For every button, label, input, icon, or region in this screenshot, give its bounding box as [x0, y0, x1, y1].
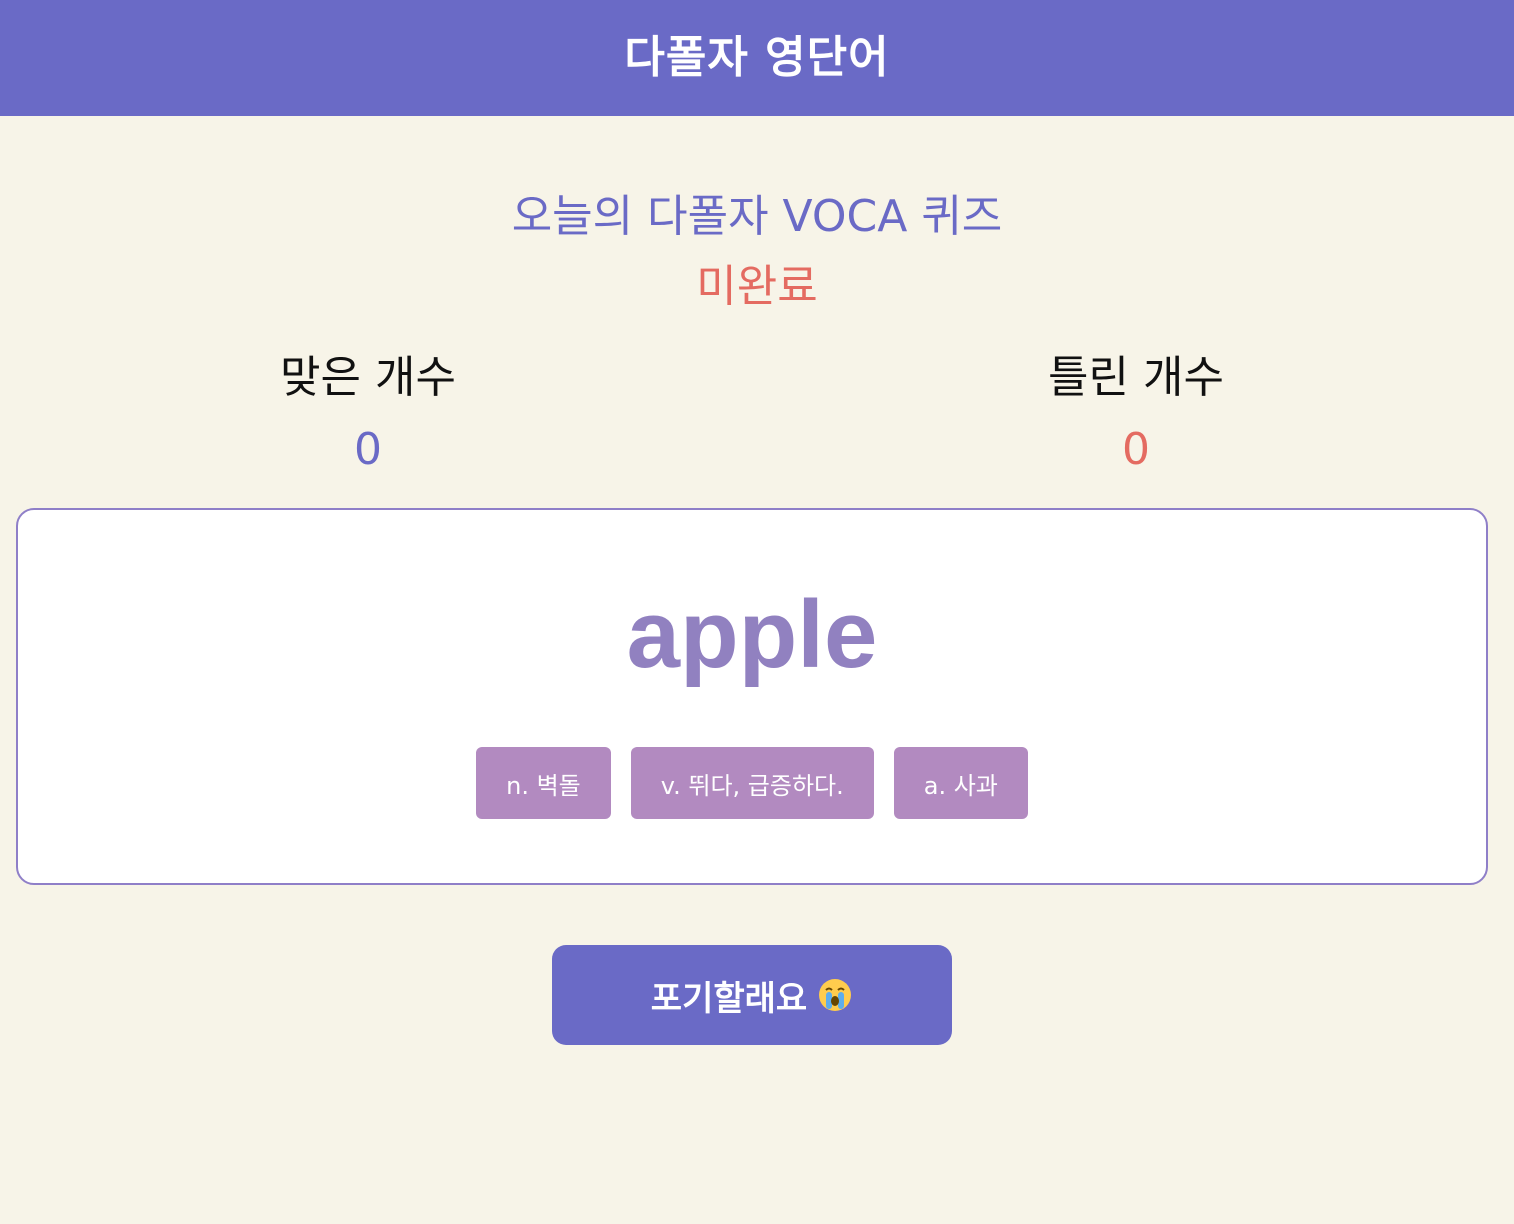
- give-up-button[interactable]: 포기할래요: [552, 945, 952, 1045]
- wrong-score: 틀린 개수 0: [936, 350, 1336, 478]
- app-header: 다폴자 영단어: [0, 0, 1514, 116]
- answer-options: n. 벽돌 v. 뛰다, 급증하다. a. 사과: [18, 747, 1486, 819]
- quiz-status: 미완료: [696, 261, 818, 312]
- crying-face-icon: [817, 977, 853, 1013]
- correct-score: 맞은 개수 0: [168, 350, 568, 478]
- quiz-title: 오늘의 다폴자 VOCA 퀴즈: [511, 191, 1003, 242]
- give-up-label: 포기할래요: [650, 978, 808, 1019]
- correct-score-label: 맞은 개수: [280, 352, 456, 403]
- quiz-card: apple n. 벽돌 v. 뛰다, 급증하다. a. 사과: [16, 508, 1488, 885]
- answer-option-1[interactable]: n. 벽돌: [476, 747, 611, 819]
- wrong-score-label: 틀린 개수: [1048, 352, 1224, 403]
- answer-option-3[interactable]: a. 사과: [893, 747, 1028, 819]
- answer-option-2[interactable]: v. 뛰다, 급증하다.: [630, 747, 874, 819]
- correct-score-value: 0: [354, 424, 382, 475]
- quiz-word: apple: [626, 581, 878, 688]
- wrong-score-value: 0: [1122, 424, 1150, 475]
- app-title: 다폴자 영단어: [624, 32, 890, 83]
